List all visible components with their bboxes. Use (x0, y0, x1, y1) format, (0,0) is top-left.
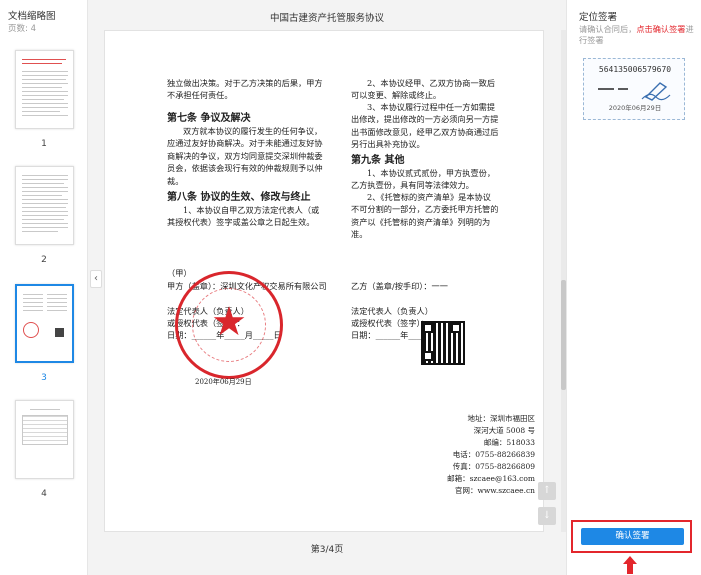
article-9-heading: 第九条 其他 (351, 155, 405, 166)
star-icon: ★ (211, 299, 247, 345)
article-7-heading: 第七条 争议及解决 (167, 113, 251, 124)
signature-card[interactable]: 564135006579670 2020年06月29日 (583, 58, 685, 120)
sign-hint-highlight: 点击确认签署 (636, 24, 686, 34)
text-paragraph: 独立做出决策。对于乙方决策的后果，甲方不承担任何责任。 (167, 78, 323, 101)
contact-website: 官网：www.szcaee.cn (454, 486, 535, 495)
thumbnail-page-1[interactable] (15, 50, 74, 129)
text-paragraph: 2、本协议经甲、乙双方协商一致后可以变更、解除或终止。 (351, 78, 496, 101)
confirm-highlight-box: 确认签署 (571, 520, 692, 553)
sign-hint: 请确认合同后，点击确认签署进行签署 (579, 24, 694, 45)
page-indicator: 第3/4页 (310, 545, 344, 555)
sign-line: 法定代表人（负责人） (351, 306, 433, 316)
company-seal-stamp: ★ (175, 271, 283, 379)
text-paragraph: 3、本协议履行过程中任一方如需提出修改，提出修改的一方必须向另一方提出书面修改意… (351, 102, 499, 150)
thumbnail-page-2[interactable] (15, 166, 74, 245)
article-8-heading: 第八条 协议的生效、修改与终止 (167, 192, 311, 203)
document-viewer: 中国古建资产托管服务协议 独立做出决策。对于乙方决策的后果，甲方不承担任何责任。… (88, 0, 566, 575)
thumbnail-label-1: 1 (41, 139, 47, 149)
seal-date: 2020年06月29日 (195, 378, 252, 386)
thumbnail-page-4[interactable] (15, 400, 74, 479)
scroll-up-button[interactable]: ↑ (538, 482, 556, 500)
thumbnail-page-3[interactable] (15, 284, 74, 363)
thumbnail-label-3: 3 (41, 373, 47, 383)
signature-date: 2020年06月29日 (608, 104, 662, 112)
document-title: 中国古建资产托管服务协议 (269, 13, 384, 24)
sign-panel: 定位签署 请确认合同后，点击确认签署进行签署 564135006579670 2… (566, 0, 701, 575)
thumbnail-panel-title: 文档缩略图 (8, 11, 56, 22)
page-count: 页数: 4 (8, 24, 36, 34)
text-paragraph: 1、本协议自甲乙双方法定代表人（或其授权代表）签字或盖公章之日起生效。 (167, 205, 320, 228)
thumbnail-label-4: 4 (41, 489, 47, 499)
text-paragraph: 2、《托管标的资产清单》是本协议不可分割的一部分，乙方委托甲方托管的资产以《托管… (351, 192, 499, 240)
collapse-thumbnails-button[interactable]: ‹ (90, 270, 102, 288)
text-paragraph: 1、本协议贰式贰份，甲方执壹份，乙方执壹份，具有同等法律效力。 (351, 168, 496, 191)
contact-postcode: 邮编：518033 (483, 438, 535, 447)
contact-address-2: 深河大道 5008 号 (473, 426, 535, 435)
sign-panel-title: 定位签署 (579, 12, 618, 23)
party-b-line: 乙方（盖章/按手印）：一一 (351, 281, 448, 291)
signature-number: 564135006579670 (598, 65, 672, 74)
thumbnail-panel: 文档缩略图 页数: 4 1 2 3 4 (0, 0, 88, 575)
confirm-sign-button[interactable]: 确认签署 (581, 528, 684, 545)
text-paragraph: 双方就本协议的履行发生的任何争议，应通过友好协商解决。对于未能通过友好协商解决的… (167, 126, 323, 186)
qr-code (421, 321, 465, 365)
contact-fax: 传真：0755-88266809 (452, 462, 535, 471)
contact-email: 邮箱：szcaee@163.com (447, 474, 535, 483)
signature-icon (598, 82, 671, 101)
scroll-down-button[interactable]: ↓ (538, 507, 556, 525)
contact-address: 地址：深圳市福田区 (467, 414, 536, 423)
arrow-up-icon (623, 556, 637, 574)
thumbnail-label-2: 2 (41, 255, 47, 265)
contact-phone: 电话：0755-88266839 (452, 450, 535, 459)
document-page: 独立做出决策。对于乙方决策的后果，甲方不承担任何责任。 第七条 争议及解决 双方… (104, 30, 556, 532)
